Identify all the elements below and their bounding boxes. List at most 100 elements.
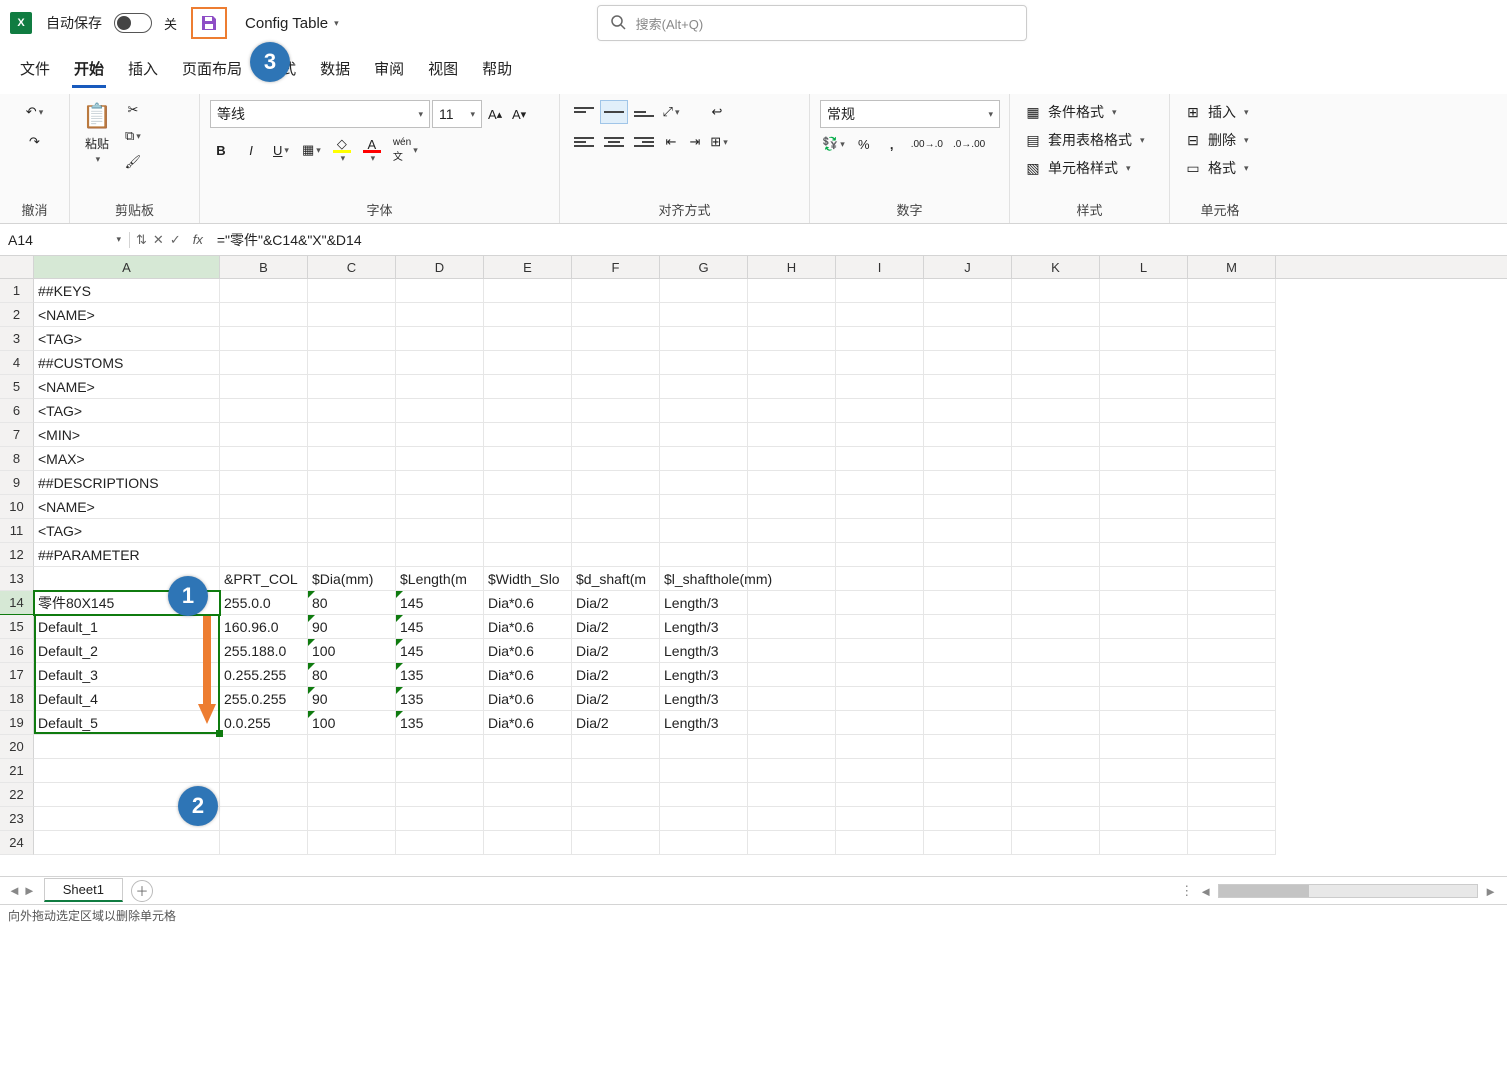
redo-button[interactable]: ↷ (22, 130, 48, 154)
cell[interactable] (748, 543, 836, 567)
cell[interactable] (660, 831, 748, 855)
sheet-tab[interactable]: Sheet1 (44, 878, 123, 902)
col-header-C[interactable]: C (308, 256, 396, 278)
cell[interactable] (484, 303, 572, 327)
tab-pagelayout[interactable]: 页面布局 (180, 56, 244, 88)
decrease-indent-button[interactable]: ⇤ (660, 132, 682, 152)
cell[interactable] (1188, 639, 1276, 663)
cell[interactable] (396, 519, 484, 543)
cell[interactable] (1012, 327, 1100, 351)
cell[interactable] (308, 735, 396, 759)
search-input[interactable]: 搜索(Alt+Q) (597, 5, 1027, 41)
cell[interactable] (220, 495, 308, 519)
cell[interactable] (1188, 831, 1276, 855)
cell[interactable] (660, 399, 748, 423)
cell[interactable] (748, 519, 836, 543)
cell[interactable] (660, 783, 748, 807)
cell[interactable] (484, 807, 572, 831)
cell[interactable] (396, 495, 484, 519)
cell[interactable] (308, 447, 396, 471)
cell[interactable] (308, 807, 396, 831)
cancel-icon[interactable]: ✕ (153, 232, 164, 248)
align-middle-button[interactable] (600, 100, 628, 124)
cell[interactable] (924, 351, 1012, 375)
cell[interactable] (1188, 447, 1276, 471)
cell[interactable] (308, 543, 396, 567)
row-header[interactable]: 16 (0, 639, 34, 663)
cell[interactable] (220, 375, 308, 399)
cell[interactable] (396, 759, 484, 783)
cell[interactable] (924, 495, 1012, 519)
cell[interactable]: <MAX> (34, 447, 220, 471)
cell[interactable] (396, 735, 484, 759)
cell[interactable] (660, 759, 748, 783)
row-header[interactable]: 14 (0, 591, 34, 615)
row-header[interactable]: 3 (0, 327, 34, 351)
cell[interactable] (308, 783, 396, 807)
cell[interactable]: Length/3 (660, 591, 748, 615)
cell[interactable] (1100, 279, 1188, 303)
cell[interactable] (572, 519, 660, 543)
cell[interactable] (1012, 663, 1100, 687)
cell[interactable] (572, 735, 660, 759)
cell[interactable]: <NAME> (34, 375, 220, 399)
row-header[interactable]: 18 (0, 687, 34, 711)
cell[interactable] (484, 399, 572, 423)
col-header-M[interactable]: M (1188, 256, 1276, 278)
row-header[interactable]: 1 (0, 279, 34, 303)
cell[interactable] (748, 759, 836, 783)
row-header[interactable]: 10 (0, 495, 34, 519)
cell[interactable] (924, 807, 1012, 831)
cell[interactable] (1100, 783, 1188, 807)
cell[interactable] (572, 471, 660, 495)
cell[interactable] (836, 327, 924, 351)
cell[interactable]: Length/3 (660, 711, 748, 735)
row-header[interactable]: 8 (0, 447, 34, 471)
cell[interactable]: Default_5 (34, 711, 220, 735)
cell[interactable] (308, 519, 396, 543)
cell[interactable]: 255.0.255 (220, 687, 308, 711)
save-icon[interactable] (199, 13, 219, 33)
cell[interactable] (1188, 567, 1276, 591)
cell[interactable] (660, 303, 748, 327)
cell[interactable] (396, 279, 484, 303)
tab-data[interactable]: 数据 (318, 56, 352, 88)
cell[interactable]: 0.0.255 (220, 711, 308, 735)
cell[interactable] (1188, 783, 1276, 807)
cell[interactable] (572, 279, 660, 303)
tab-review[interactable]: 审阅 (372, 56, 406, 88)
cell[interactable] (1100, 495, 1188, 519)
cell[interactable] (308, 303, 396, 327)
cell[interactable] (1188, 519, 1276, 543)
row-header[interactable]: 7 (0, 423, 34, 447)
cell[interactable] (572, 423, 660, 447)
row-header[interactable]: 12 (0, 543, 34, 567)
cell[interactable] (660, 471, 748, 495)
cell[interactable] (924, 471, 1012, 495)
cell[interactable] (1188, 711, 1276, 735)
cell[interactable] (1100, 471, 1188, 495)
cell[interactable] (836, 807, 924, 831)
cell[interactable] (1012, 711, 1100, 735)
cell[interactable] (220, 303, 308, 327)
fx-icon[interactable]: fx (187, 232, 209, 247)
copy-button[interactable]: ⧉▾ (122, 126, 144, 146)
cell[interactable] (308, 399, 396, 423)
cell[interactable] (572, 399, 660, 423)
cell[interactable] (396, 471, 484, 495)
cell[interactable] (1188, 663, 1276, 687)
cell[interactable] (308, 495, 396, 519)
cell[interactable] (308, 759, 396, 783)
cell[interactable]: Dia/2 (572, 711, 660, 735)
cell[interactable] (836, 351, 924, 375)
cell[interactable]: <NAME> (34, 495, 220, 519)
cell[interactable] (1100, 639, 1188, 663)
cell[interactable] (1012, 639, 1100, 663)
cell[interactable] (836, 639, 924, 663)
cell[interactable]: Dia*0.6 (484, 615, 572, 639)
cell[interactable] (836, 687, 924, 711)
cell[interactable] (748, 711, 836, 735)
cell[interactable] (748, 807, 836, 831)
cell[interactable] (924, 663, 1012, 687)
cell[interactable] (1012, 831, 1100, 855)
